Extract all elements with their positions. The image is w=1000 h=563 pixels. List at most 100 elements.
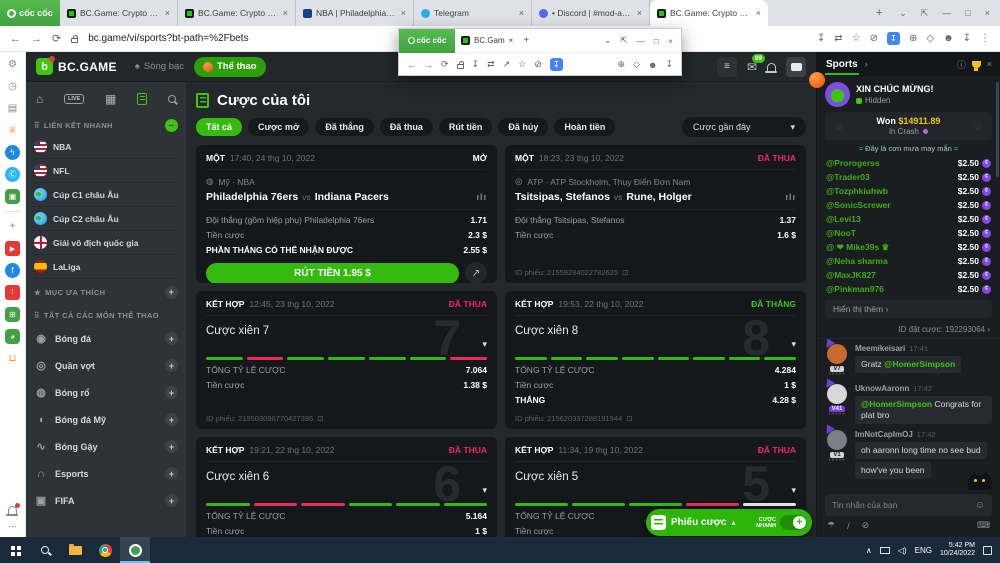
expand-sport-button[interactable]: +: [165, 332, 178, 345]
volume-icon[interactable]: ◁): [898, 546, 907, 555]
bell-icon[interactable]: [767, 63, 776, 71]
avatar[interactable]: [827, 430, 847, 450]
winner-row[interactable]: @Tozphkiuhwb $2.50 ¢: [826, 184, 991, 198]
show-more-button[interactable]: Hiển thị thêm ›: [825, 300, 992, 318]
sport-item[interactable]: ∩ Esports +: [34, 460, 178, 487]
emoji-icon[interactable]: ☺: [975, 500, 985, 511]
chevron-right-icon[interactable]: ›: [865, 59, 868, 69]
notification-bell-icon[interactable]: [8, 506, 17, 514]
winner-name[interactable]: @Pinkman976: [826, 284, 884, 294]
download-icon[interactable]: ↧: [472, 59, 480, 70]
transactions-icon[interactable]: ≡: [717, 57, 737, 77]
winner-row[interactable]: @MaxJK827 $2.50 ¢: [826, 268, 991, 282]
start-button[interactable]: [0, 537, 30, 563]
info-icon[interactable]: ⓘ: [957, 58, 966, 71]
extension-icon[interactable]: ◇: [633, 59, 640, 70]
expand-combo-icon[interactable]: ▾: [482, 485, 487, 496]
rail-icon[interactable]: ▣: [5, 189, 20, 204]
mini-browser-window[interactable]: cốc cốc BC.Gam × + ⌄ ⇱ — □ × ← → ⟳ ↧ ⇄ ↗: [398, 28, 682, 76]
minimize-button[interactable]: —: [636, 36, 645, 46]
filter-chip[interactable]: Rút tiền: [439, 118, 493, 136]
winner-name[interactable]: @Prorogerss: [826, 158, 880, 168]
browser-tab[interactable]: BC.Game: Crypto Casino Gam ×: [178, 0, 296, 26]
chat-username[interactable]: Meemikeisari: [855, 344, 905, 353]
nav-sports[interactable]: Thể thao: [194, 57, 266, 77]
extensions-icon[interactable]: ⊕: [909, 33, 917, 44]
expand-combo-icon[interactable]: ▾: [791, 485, 796, 496]
rail-more-icon[interactable]: ⋯: [8, 521, 17, 532]
bookmark-star-icon[interactable]: ☆: [852, 33, 861, 44]
filter-chip[interactable]: Cược mở: [248, 118, 309, 136]
chat-username[interactable]: UknowAaronn: [855, 384, 909, 393]
rail-icon[interactable]: !: [5, 285, 20, 300]
expand-sport-button[interactable]: +: [165, 494, 178, 507]
mini-tab[interactable]: BC.Gam ×: [455, 36, 519, 45]
schedule-icon[interactable]: ▦: [105, 92, 116, 106]
mail-icon[interactable]: ✉99: [747, 60, 757, 74]
quick-link-item[interactable]: Cúp C2 châu Âu: [34, 207, 178, 231]
extension-icon[interactable]: ◇: [926, 33, 934, 44]
rail-icon[interactable]: ♕: [5, 123, 20, 138]
downloads-icon[interactable]: ↧: [963, 33, 971, 44]
winner-row[interactable]: @NooT $2.50 ¢: [826, 226, 991, 240]
profile-icon[interactable]: ☻: [943, 33, 954, 44]
expand-sport-button[interactable]: +: [165, 440, 178, 453]
collapse-button[interactable]: –: [165, 119, 178, 132]
sport-item[interactable]: ◖ Bóng đá Mỹ +: [34, 406, 178, 433]
teams-row[interactable]: Tsitsipas, Stefanos vs Rune, Holger ılı: [515, 191, 796, 210]
coccoc-taskbar-icon[interactable]: [120, 537, 150, 563]
rail-icon[interactable]: f: [5, 263, 20, 278]
quick-link-item[interactable]: NFL: [34, 159, 178, 183]
browser-tab[interactable]: NBA | Philadelphia 76ers vs In ×: [296, 0, 414, 26]
teams-row[interactable]: Philadelphia 76ers vs Indiana Pacers ılı: [206, 191, 487, 210]
maximize-button[interactable]: □: [965, 8, 970, 18]
chat-toggle[interactable]: [786, 57, 806, 77]
winner-row[interactable]: @Levi13 $2.50 ¢: [826, 212, 991, 226]
quick-link-item[interactable]: Cúp C1 châu Âu: [34, 183, 178, 207]
translate-icon[interactable]: ⇄: [834, 33, 842, 44]
add-favorite-button[interactable]: +: [165, 286, 178, 299]
rail-icon[interactable]: ⊞: [5, 307, 20, 322]
rain-bet-id[interactable]: ID đặt cược: 192293064 ›: [817, 321, 1000, 339]
tab-close-icon[interactable]: ×: [509, 36, 514, 45]
winner-row[interactable]: @SonicScrewer $2.50 ¢: [826, 198, 991, 212]
tab-close-icon[interactable]: ×: [165, 8, 170, 18]
winner-row[interactable]: @Neha sharma $2.50 ¢: [826, 254, 991, 268]
adblock-icon[interactable]: ⊘: [534, 59, 542, 70]
minimize-button[interactable]: —: [942, 8, 951, 18]
winner-name[interactable]: @Trader03: [826, 172, 870, 182]
expand-sport-button[interactable]: +: [165, 386, 178, 399]
chat-username[interactable]: ImNotCapImOJ: [855, 430, 913, 439]
copy-icon[interactable]: ⊡: [622, 268, 628, 277]
toggle-switch[interactable]: +: [780, 515, 807, 530]
chat-input[interactable]: [832, 500, 975, 510]
rail-icon[interactable]: Ⓒ: [5, 167, 20, 182]
sport-item[interactable]: ▣ FIFA +: [34, 487, 178, 514]
winner-name[interactable]: @NooT: [826, 228, 856, 238]
chat-channel-tab[interactable]: Sports: [825, 59, 859, 70]
winner-name[interactable]: @Levi13: [826, 214, 861, 224]
close-chat-icon[interactable]: ×: [987, 59, 992, 69]
chrome-icon[interactable]: [90, 537, 120, 563]
rain-tool-icon[interactable]: ☂: [827, 520, 835, 531]
idm-extension-icon[interactable]: ↧: [550, 58, 563, 71]
browser-tab[interactable]: BC.Game: Crypto Casino Gam ×: [650, 0, 768, 26]
downloads-icon[interactable]: ↧: [665, 59, 673, 70]
winner-name[interactable]: @MaxJK827: [826, 270, 876, 280]
bet-card-combo[interactable]: KẾT HỢP 19:21, 22 thg 10, 2022 ĐÃ THUA C…: [196, 437, 497, 537]
back-button[interactable]: ←: [407, 60, 416, 70]
profile-icon[interactable]: ☻: [648, 60, 657, 70]
tray-expand-icon[interactable]: ∧: [866, 546, 872, 555]
tab-close-icon[interactable]: ×: [519, 8, 524, 18]
my-bets-icon[interactable]: [137, 93, 147, 105]
close-button[interactable]: ×: [985, 8, 990, 18]
rail-icon[interactable]: ϟ: [5, 145, 20, 160]
filter-chip[interactable]: Hoàn tiền: [554, 118, 615, 136]
avatar[interactable]: [827, 384, 847, 404]
taskbar-search[interactable]: [30, 537, 60, 563]
winner-row[interactable]: @ ❤ Mike39s ♛ $2.50 ¢: [826, 240, 991, 254]
stats-icon[interactable]: ılı: [476, 192, 487, 202]
commands-icon[interactable]: /: [847, 521, 850, 531]
bet-card-single-open[interactable]: MỘT 17:40, 24 thg 10, 2022 MỞ ◍ Mỹ · NBA…: [196, 145, 497, 283]
popout-icon[interactable]: ⇱: [620, 35, 627, 46]
